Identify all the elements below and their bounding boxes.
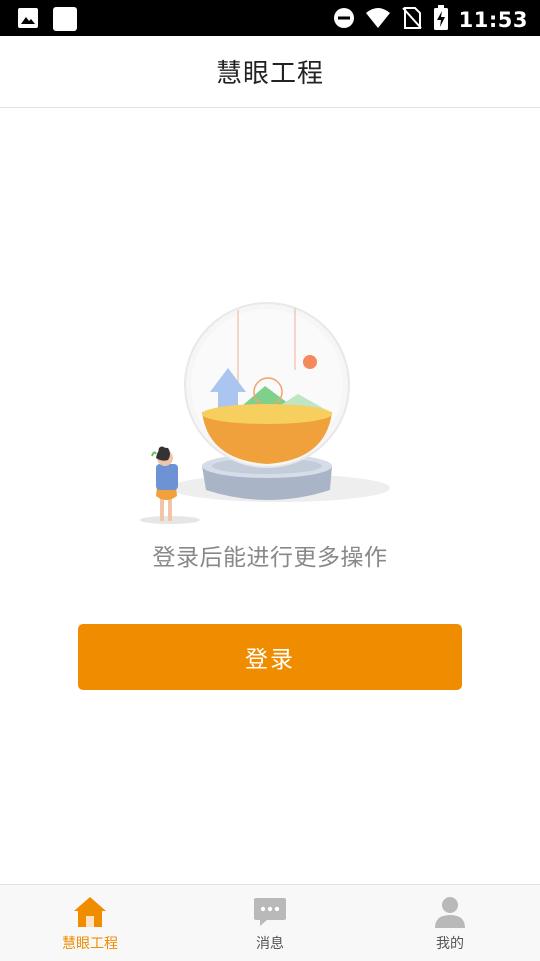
battery-charging-icon: [433, 5, 449, 35]
tab-messages-label: 消息: [256, 936, 284, 952]
image-icon: [16, 6, 40, 36]
no-sim-icon: [401, 6, 423, 34]
square-icon: [52, 6, 78, 36]
login-button[interactable]: 登录: [78, 624, 462, 690]
tab-profile[interactable]: 我的: [360, 885, 540, 961]
tab-messages[interactable]: 消息: [180, 885, 360, 961]
status-bar: 11:53: [0, 0, 540, 36]
bottom-tab-bar: 慧眼工程 消息 我的: [0, 884, 540, 961]
title-bar: 慧眼工程: [0, 36, 540, 108]
wifi-icon: [365, 7, 391, 33]
page-title: 慧眼工程: [215, 59, 324, 89]
tab-profile-label: 我的: [436, 936, 464, 952]
globe-illustration: [140, 290, 400, 530]
status-time: 11:53: [458, 8, 528, 32]
message-icon: [252, 895, 288, 929]
dnd-icon: [333, 7, 355, 33]
home-icon: [72, 895, 108, 929]
person-icon: [432, 895, 468, 929]
empty-state-message: 登录后能进行更多操作: [152, 545, 388, 571]
tab-home-label: 慧眼工程: [62, 936, 118, 952]
tab-home[interactable]: 慧眼工程: [0, 885, 180, 961]
